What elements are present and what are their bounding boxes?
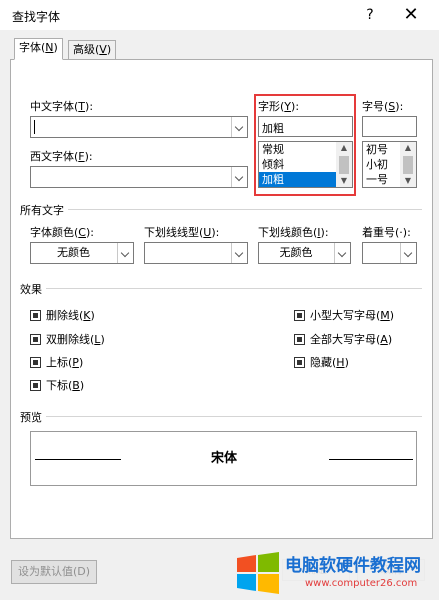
superscript-checkbox[interactable]: 上标(P) [30,354,83,370]
checkbox-indeterminate-icon[interactable] [30,309,41,321]
close-button[interactable]: ✕ [398,4,424,26]
preview-baseline-left [35,459,121,460]
windows-logo-icon [237,552,279,594]
watermark-title: 电脑软硬件教程网 [285,556,421,576]
scrollbar[interactable]: ▲ ▼ [400,142,416,187]
emphasis-dropdown[interactable] [362,242,417,264]
chevron-down-icon[interactable] [231,243,247,263]
divider [68,209,422,210]
help-button[interactable]: ? [358,4,382,26]
effects-section-label: 效果 [20,283,42,296]
subscript-checkbox[interactable]: 下标(B) [30,377,84,393]
hidden-checkbox[interactable]: 隐藏(H) [294,354,349,370]
preview-section-label: 预览 [20,411,42,424]
scroll-down-icon[interactable]: ▼ [400,175,416,187]
chinese-font-combobox[interactable] [30,116,248,138]
divider [46,288,422,289]
font-color-dropdown[interactable]: 无颜色 [30,242,134,264]
underline-color-label: 下划线颜色(I): [258,226,329,239]
underline-type-label: 下划线线型(U): [144,226,220,239]
watermark: 电脑软硬件教程网 www.computer26.com [235,548,439,600]
size-listbox[interactable]: 初号 小初 一号 ▲ ▼ [362,141,417,188]
tab-advanced[interactable]: 高级(V) [68,40,117,60]
underline-color-dropdown[interactable]: 无颜色 [258,242,351,264]
western-font-combobox[interactable] [30,166,248,188]
set-default-button[interactable]: 设为默认值(D) [11,560,97,584]
checkbox-indeterminate-icon[interactable] [294,356,305,368]
checkbox-indeterminate-icon[interactable] [294,333,305,345]
checkbox-indeterminate-icon[interactable] [30,379,41,391]
watermark-url: www.computer26.com [305,578,418,589]
dialog-title: 查找字体 [12,10,61,24]
chevron-down-icon[interactable] [117,243,133,263]
tab-font[interactable]: 字体(N) [14,38,63,60]
double-strikethrough-checkbox[interactable]: 双删除线(L) [30,331,105,347]
emphasis-label: 着重号(·): [362,226,411,239]
all-text-section-label: 所有文字 [20,204,64,217]
strikethrough-checkbox[interactable]: 删除线(K) [30,307,95,323]
chevron-down-icon[interactable] [400,243,416,263]
chevron-down-icon[interactable] [231,117,247,137]
chevron-down-icon[interactable] [231,167,247,187]
preview-baseline-right [329,459,413,460]
underline-type-dropdown[interactable] [144,242,248,264]
size-input[interactable] [362,116,417,137]
annotation-highlight-box [254,94,356,196]
font-color-label: 字体颜色(C): [30,226,94,239]
western-font-label: 西文字体(F): [30,150,93,163]
all-caps-checkbox[interactable]: 全部大写字母(A) [294,331,392,347]
checkbox-indeterminate-icon[interactable] [30,333,41,345]
small-caps-checkbox[interactable]: 小型大写字母(M) [294,307,394,323]
divider [46,416,422,417]
size-label: 字号(S): [362,100,404,113]
scroll-thumb[interactable] [403,156,413,174]
preview-text: 宋体 [211,451,238,466]
checkbox-indeterminate-icon[interactable] [30,356,41,368]
chinese-font-label: 中文字体(T): [30,100,94,113]
text-cursor [34,120,35,134]
preview-box: 宋体 [30,431,417,486]
checkbox-indeterminate-icon[interactable] [294,309,305,321]
chevron-down-icon[interactable] [334,243,350,263]
scroll-up-icon[interactable]: ▲ [400,142,416,154]
